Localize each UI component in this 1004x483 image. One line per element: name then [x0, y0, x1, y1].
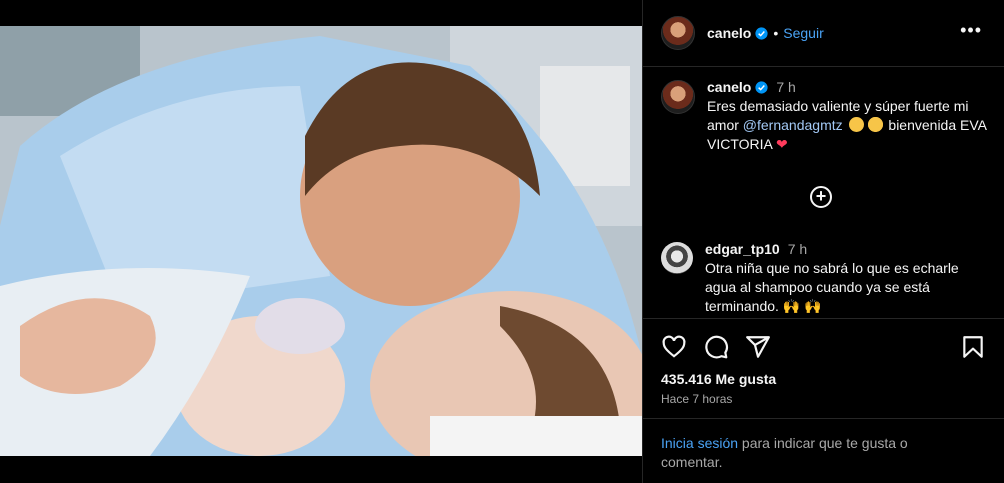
separator-dot: •: [773, 25, 779, 41]
author-avatar[interactable]: [661, 16, 695, 50]
comment-text: Otra niña que no sabrá lo que es echarle…: [705, 260, 959, 314]
caption-username[interactable]: canelo: [707, 78, 751, 97]
add-comment-icon[interactable]: +: [810, 186, 832, 208]
actions-divider: [643, 318, 1004, 319]
verified-badge-icon: [755, 81, 768, 94]
more-options-icon[interactable]: •••: [960, 20, 982, 41]
crying-face-emoji-icon: [848, 117, 864, 132]
share-icon[interactable]: [745, 334, 771, 360]
caption-time[interactable]: 7 h: [776, 78, 795, 97]
likes-count[interactable]: 435.416 Me gusta: [661, 371, 776, 387]
action-bar: [661, 334, 986, 360]
comment-time[interactable]: 7 h: [788, 240, 807, 259]
login-prompt: Inicia sesión para indicar que te gusta …: [661, 434, 961, 472]
post-photo[interactable]: [0, 26, 642, 456]
star-struck-emoji-icon: [867, 117, 883, 132]
author-username[interactable]: canelo: [707, 25, 751, 41]
commenter-avatar[interactable]: [661, 242, 693, 274]
header-divider: [643, 66, 1004, 67]
follow-button[interactable]: Seguir: [783, 25, 823, 41]
comment-item: edgar_tp10 7 h Otra niña que no sabrá lo…: [661, 240, 991, 316]
save-icon[interactable]: [960, 334, 986, 360]
caption-mention[interactable]: @fernandagmtz: [743, 117, 843, 133]
comment-body: edgar_tp10 7 h Otra niña que no sabrá lo…: [705, 240, 991, 316]
post-side-panel: canelo • Seguir ••• canelo 7 h Eres dema…: [643, 0, 1004, 483]
post-time[interactable]: Hace 7 horas: [661, 392, 732, 406]
caption-avatar[interactable]: [661, 80, 695, 114]
post-header: canelo • Seguir: [643, 12, 1004, 54]
footer-divider: [643, 418, 1004, 419]
login-link[interactable]: Inicia sesión: [661, 435, 738, 451]
caption-head: canelo 7 h: [707, 78, 991, 97]
photo-illustration: [0, 26, 642, 456]
caption-body: canelo 7 h Eres demasiado valiente y súp…: [707, 78, 991, 154]
comment-icon[interactable]: [703, 334, 729, 360]
comment-head: edgar_tp10 7 h: [705, 240, 991, 259]
caption-text: Eres demasiado valiente y súper fuerte m…: [707, 97, 991, 154]
commenter-username[interactable]: edgar_tp10: [705, 240, 780, 259]
heart-emoji-icon: ❤: [775, 136, 788, 152]
caption: canelo 7 h Eres demasiado valiente y súp…: [661, 78, 991, 154]
verified-badge-icon: [755, 26, 768, 40]
heart-icon[interactable]: [661, 334, 687, 360]
